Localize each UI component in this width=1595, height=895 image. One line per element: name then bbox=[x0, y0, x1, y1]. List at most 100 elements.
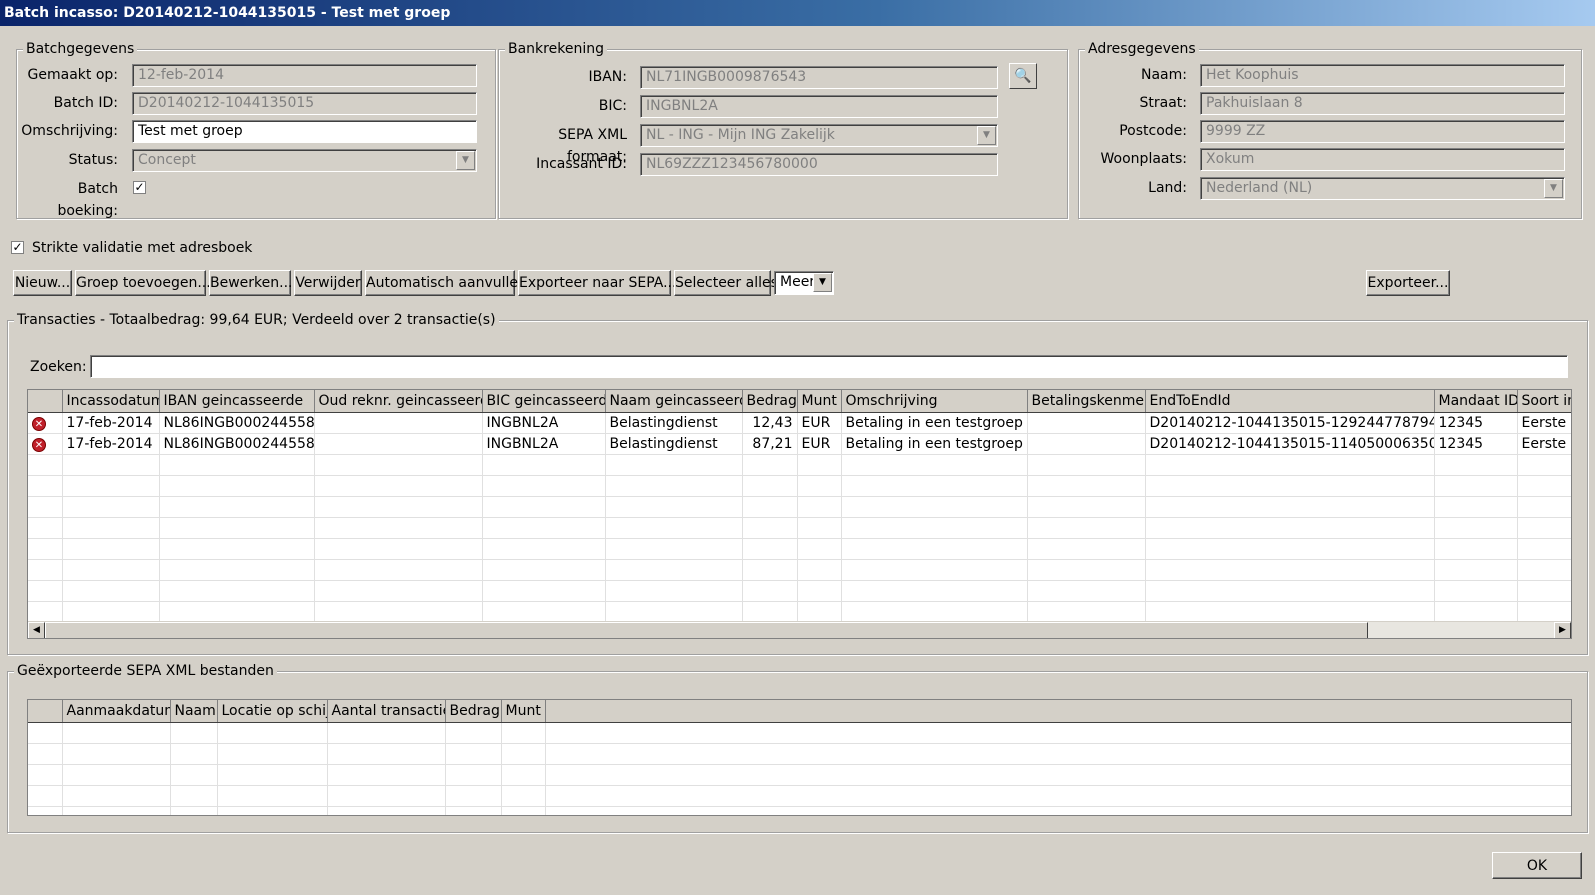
empty-cell bbox=[841, 580, 1028, 602]
table-cell bbox=[1027, 412, 1146, 434]
column-header[interactable]: Oud reknr. geincasseerde bbox=[314, 390, 483, 413]
empty-cell bbox=[327, 764, 446, 786]
empty-row bbox=[28, 475, 1571, 497]
table-row[interactable]: ✕ 17-feb-2014 NL86INGB0002445588 INGBNL2A Be… bbox=[28, 412, 1571, 434]
empty-cell bbox=[327, 806, 446, 815]
column-header[interactable]: Munt bbox=[501, 700, 546, 723]
edit-button[interactable]: Bewerken... bbox=[209, 270, 292, 296]
empty-cell bbox=[62, 601, 160, 623]
empty-cell bbox=[28, 517, 63, 539]
description-input[interactable]: Test met groep bbox=[132, 120, 477, 143]
empty-cell bbox=[797, 496, 842, 518]
empty-cell bbox=[605, 475, 743, 497]
export-button[interactable]: Exporteer... bbox=[1366, 270, 1450, 296]
column-header[interactable]: Soort inc bbox=[1517, 390, 1571, 413]
empty-cell bbox=[1517, 601, 1571, 623]
batch-booking-checkbox[interactable]: ✓ bbox=[133, 181, 146, 194]
empty-cell bbox=[605, 580, 743, 602]
table-cell: D20140212-1044135015-11405000635083 bbox=[1145, 433, 1435, 455]
empty-row bbox=[28, 764, 1571, 786]
empty-cell bbox=[159, 559, 315, 581]
empty-cell bbox=[62, 475, 160, 497]
empty-cell bbox=[1434, 517, 1518, 539]
scroll-left-icon[interactable]: ◀ bbox=[28, 622, 45, 638]
table-cell: Eerste bbox=[1517, 433, 1571, 455]
column-header[interactable]: Aanmaakdatum bbox=[62, 700, 171, 723]
scroll-right-icon[interactable]: ▶ bbox=[1554, 622, 1571, 638]
ok-button[interactable]: OK bbox=[1492, 852, 1582, 879]
new-button[interactable]: Nieuw... bbox=[13, 270, 72, 296]
batch-id-label: Batch ID: bbox=[53, 95, 118, 111]
iban-lookup-button[interactable]: 🔍 bbox=[1009, 63, 1037, 89]
column-header[interactable]: Bedrag bbox=[445, 700, 502, 723]
column-header[interactable]: Locatie op schijf bbox=[217, 700, 328, 723]
column-header[interactable]: Mandaat ID bbox=[1434, 390, 1518, 413]
empty-row bbox=[28, 580, 1571, 602]
empty-cell bbox=[327, 785, 446, 807]
column-header[interactable]: IBAN geincasseerde bbox=[159, 390, 315, 413]
table-cell: Belastingdienst bbox=[605, 433, 743, 455]
empty-cell bbox=[1145, 601, 1435, 623]
empty-cell bbox=[1434, 454, 1518, 476]
empty-cell bbox=[605, 454, 743, 476]
empty-cell bbox=[62, 517, 160, 539]
row-status-cell: ✕ bbox=[28, 433, 63, 455]
autofill-button[interactable]: Automatisch aanvullen bbox=[365, 270, 527, 296]
empty-cell bbox=[545, 743, 1571, 765]
country-label: Land: bbox=[1148, 180, 1187, 196]
empty-cell bbox=[742, 496, 798, 518]
empty-cell bbox=[482, 538, 606, 560]
empty-cell bbox=[742, 475, 798, 497]
export-sepa-button[interactable]: Exporteer naar SEPA... bbox=[518, 270, 676, 296]
scrollbar-thumb[interactable] bbox=[45, 622, 1368, 638]
column-header[interactable]: EndToEndId bbox=[1145, 390, 1435, 413]
name-field: Het Koophuis bbox=[1200, 64, 1565, 87]
exported-files-legend: Geëxporteerde SEPA XML bestanden bbox=[14, 663, 277, 679]
empty-cell bbox=[62, 580, 160, 602]
empty-row bbox=[28, 559, 1571, 581]
country-select: Nederland (NL) ▼ bbox=[1200, 177, 1565, 200]
empty-cell bbox=[1434, 496, 1518, 518]
empty-cell bbox=[482, 496, 606, 518]
creditor-id-label: Incassant ID: bbox=[536, 156, 627, 172]
column-header[interactable]: Omschrijving bbox=[841, 390, 1028, 413]
more-select[interactable]: Meer ▼ bbox=[774, 271, 834, 295]
empty-cell bbox=[62, 454, 160, 476]
column-header[interactable]: Aantal transacties bbox=[327, 700, 446, 723]
column-header[interactable]: BIC geincasseerde bbox=[482, 390, 606, 413]
column-header[interactable]: Naam bbox=[170, 700, 218, 723]
error-icon: ✕ bbox=[32, 417, 46, 431]
search-input[interactable] bbox=[90, 355, 1568, 378]
horizontal-scrollbar[interactable]: ◀ ▶ bbox=[28, 621, 1571, 638]
column-header[interactable]: Naam geincasseerde bbox=[605, 390, 743, 413]
select-all-button[interactable]: Selecteer alles bbox=[674, 270, 778, 296]
empty-cell bbox=[501, 743, 546, 765]
column-header[interactable]: Incassodatum bbox=[62, 390, 160, 413]
empty-cell bbox=[170, 785, 218, 807]
empty-cell bbox=[742, 580, 798, 602]
column-header[interactable] bbox=[28, 700, 63, 723]
table-row[interactable]: ✕ 17-feb-2014 NL86INGB0002445588 INGBNL2A Be… bbox=[28, 433, 1571, 455]
delete-button[interactable]: Verwijder bbox=[294, 270, 362, 296]
city-field: Xokum bbox=[1200, 148, 1565, 171]
empty-cell bbox=[742, 517, 798, 539]
column-header[interactable]: Munt bbox=[797, 390, 842, 413]
empty-cell bbox=[1517, 475, 1571, 497]
chevron-down-icon: ▼ bbox=[1544, 179, 1563, 198]
table-cell bbox=[314, 433, 483, 455]
strict-validation-checkbox[interactable]: ✓ bbox=[11, 241, 24, 254]
table-cell: 12345 bbox=[1434, 412, 1518, 434]
column-header[interactable] bbox=[28, 390, 63, 413]
empty-cell bbox=[1027, 475, 1146, 497]
column-header[interactable]: Bedrag bbox=[742, 390, 798, 413]
table-cell bbox=[314, 412, 483, 434]
city-label: Woonplaats: bbox=[1100, 151, 1187, 167]
name-label: Naam: bbox=[1141, 67, 1187, 83]
column-header[interactable]: Betalingskenmerk bbox=[1027, 390, 1146, 413]
search-label: Zoeken: bbox=[30, 359, 87, 375]
empty-row bbox=[28, 601, 1571, 623]
empty-cell bbox=[742, 538, 798, 560]
empty-cell bbox=[170, 743, 218, 765]
created-label: Gemaakt op: bbox=[27, 67, 118, 83]
add-group-button[interactable]: Groep toevoegen... bbox=[75, 270, 211, 296]
